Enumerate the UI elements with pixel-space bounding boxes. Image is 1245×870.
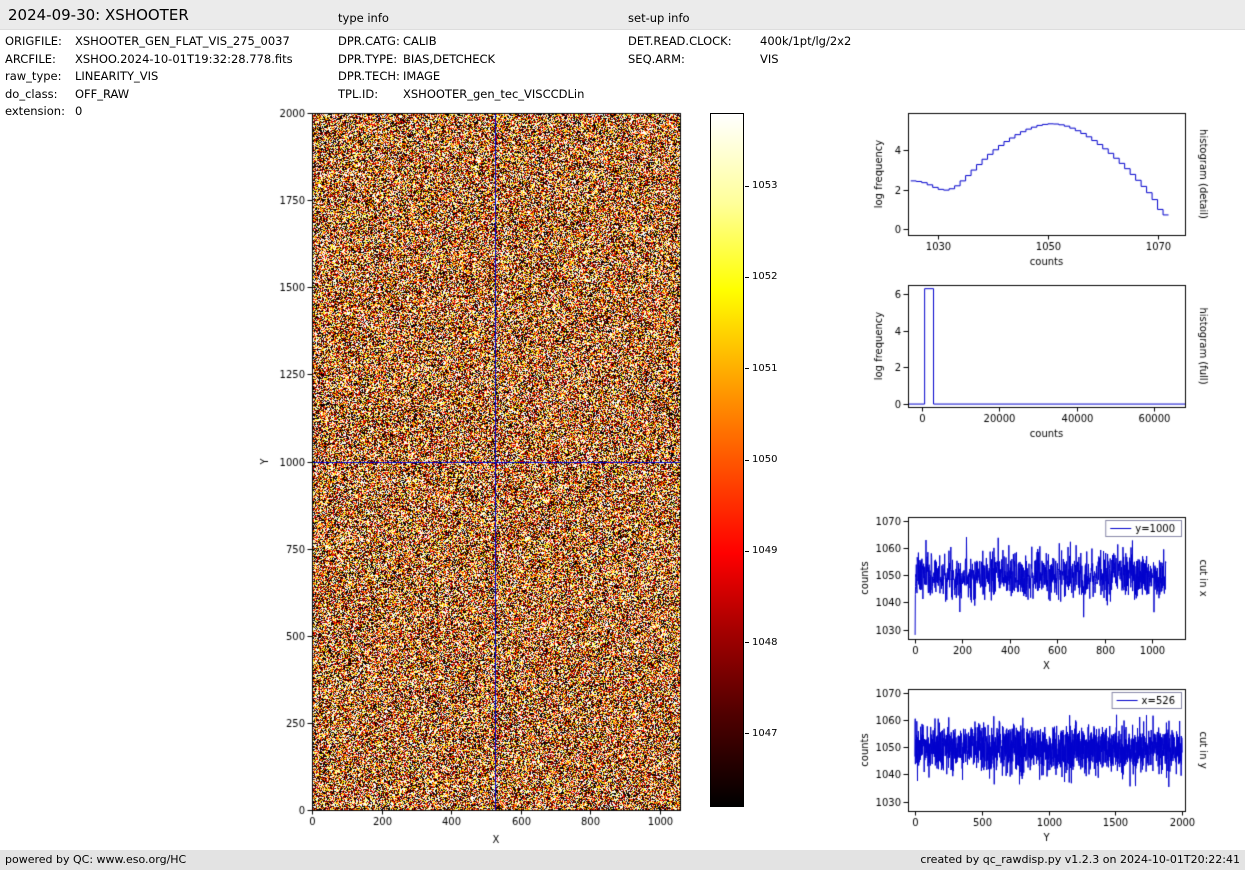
colorbar-tick-label: 1050 xyxy=(752,454,778,465)
type-info-row: DPR.TECH: IMAGE xyxy=(338,68,584,86)
cut-in-x-plot xyxy=(850,504,1215,676)
colorbar-tick-mark xyxy=(745,185,749,187)
colorbar-tick-mark xyxy=(745,459,749,461)
meta-value: XSHOOTER_GEN_FLAT_VIS_275_0037 xyxy=(75,34,290,48)
histogram-full-plot xyxy=(850,272,1215,452)
meta-label: DPR.TECH: xyxy=(338,69,400,83)
file-info-block: ORIGFILE: XSHOOTER_GEN_FLAT_VIS_275_0037 … xyxy=(5,33,293,121)
header-bar: 2024-09-30: XSHOOTER type info set-up in… xyxy=(0,0,1245,30)
meta-label: DPR.CATG: xyxy=(338,34,400,48)
qc-rawdisp-report: 2024-09-30: XSHOOTER type info set-up in… xyxy=(0,0,1245,870)
meta-value: 400k/1pt/lg/2x2 xyxy=(760,34,852,48)
detector-image-plot xyxy=(255,95,700,850)
meta-value: IMAGE xyxy=(403,69,441,83)
colorbar xyxy=(710,113,744,807)
type-info-block: DPR.CATG: CALIB DPR.TYPE: BIAS,DETCHECK DP… xyxy=(338,33,584,103)
colorbar-tick-label: 1049 xyxy=(752,545,778,557)
footer-powered-by: powered by QC: www.eso.org/HC xyxy=(5,853,187,866)
colorbar-tick-mark xyxy=(745,276,749,278)
meta-label: DET.READ.CLOCK: xyxy=(628,34,732,48)
colorbar-tick-mark xyxy=(745,642,749,644)
meta-label: extension: xyxy=(5,104,65,118)
type-info-row: DPR.CATG: CALIB xyxy=(338,33,584,51)
histogram-detail-plot xyxy=(850,100,1215,280)
meta-label: ARCFILE: xyxy=(5,51,56,66)
footer-created-by: created by qc_rawdisp.py v1.2.3 on 2024-… xyxy=(920,853,1240,866)
file-info-row: raw_type: LINEARITY_VIS xyxy=(5,68,293,86)
meta-value: 0 xyxy=(75,104,83,118)
footer-bar: powered by QC: www.eso.org/HC created by… xyxy=(0,850,1245,870)
cut-in-y-plot xyxy=(850,676,1215,848)
file-info-row: ARCFILE: XSHOO.2024-10-01T19:32:28.778.fi… xyxy=(5,51,293,69)
meta-label: raw_type: xyxy=(5,69,62,83)
meta-label: do_class: xyxy=(5,86,58,101)
meta-value: XSHOO.2024-10-01T19:32:28.778.fits xyxy=(75,51,293,66)
meta-value: BIAS,DETCHECK xyxy=(403,51,496,66)
colorbar-tick-label: 1052 xyxy=(752,271,778,283)
colorbar-tick-label: 1047 xyxy=(752,727,778,739)
colorbar-tick-label: 1053 xyxy=(752,180,778,192)
type-info-heading: type info xyxy=(338,11,389,25)
meta-label: SEQ.ARM: xyxy=(628,51,685,66)
colorbar-tick-label: 1048 xyxy=(752,636,778,648)
setup-info-row: SEQ.ARM: VIS xyxy=(628,51,851,69)
meta-value: VIS xyxy=(760,51,779,66)
setup-info-block: DET.READ.CLOCK: 400k/1pt/lg/2x2 SEQ.ARM: V… xyxy=(628,33,851,68)
colorbar-tick-mark xyxy=(745,550,749,552)
setup-info-heading: set-up info xyxy=(628,11,690,25)
setup-info-row: DET.READ.CLOCK: 400k/1pt/lg/2x2 xyxy=(628,33,851,51)
page-title: 2024-09-30: XSHOOTER xyxy=(8,6,189,24)
colorbar-tick-mark xyxy=(745,733,749,735)
file-info-row: extension: 0 xyxy=(5,103,293,121)
meta-value: OFF_RAW xyxy=(75,86,130,101)
type-info-row: DPR.TYPE: BIAS,DETCHECK xyxy=(338,51,584,69)
colorbar-tick-mark xyxy=(745,368,749,370)
meta-label: ORIGFILE: xyxy=(5,34,62,48)
meta-value: LINEARITY_VIS xyxy=(75,69,159,83)
colorbar-tick-label: 1051 xyxy=(752,362,778,374)
meta-label: DPR.TYPE: xyxy=(338,51,398,66)
meta-value: CALIB xyxy=(403,34,437,48)
file-info-row: do_class: OFF_RAW xyxy=(5,86,293,104)
file-info-row: ORIGFILE: XSHOOTER_GEN_FLAT_VIS_275_0037 xyxy=(5,33,293,51)
